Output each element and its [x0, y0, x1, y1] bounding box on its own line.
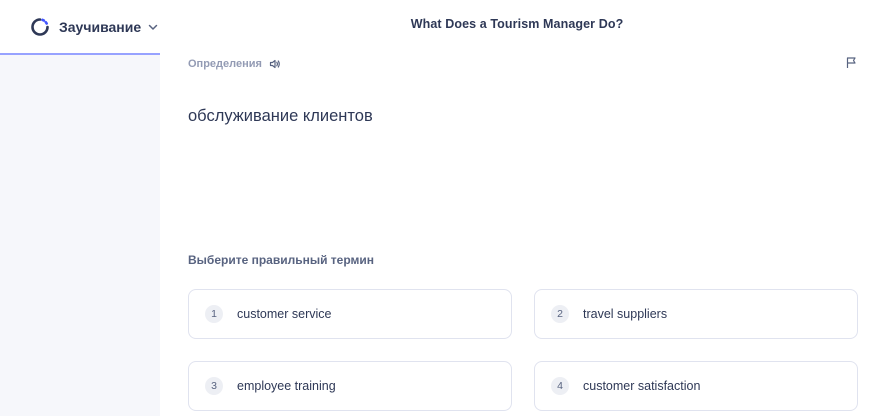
option-text: customer service	[237, 307, 332, 321]
option-number-badge: 3	[205, 377, 223, 395]
option-text: employee training	[237, 379, 336, 393]
question-header: Определения	[188, 58, 281, 70]
answer-option-3[interactable]: 3 employee training	[188, 361, 512, 411]
study-mode-dropdown[interactable]: Заучивание	[30, 13, 159, 41]
answer-option-2[interactable]: 2 travel suppliers	[534, 289, 858, 339]
flag-icon[interactable]	[845, 56, 858, 69]
chevron-down-icon	[147, 21, 159, 33]
learn-loop-icon	[30, 17, 50, 37]
option-number-badge: 1	[205, 305, 223, 323]
sidebar	[0, 55, 160, 416]
set-title: What Does a Tourism Manager Do?	[410, 17, 624, 31]
definition-prompt: обслуживание клиентов	[188, 107, 373, 125]
top-bar: Заучивание What Does a Tourism Manager D…	[0, 0, 874, 61]
option-number-badge: 4	[551, 377, 569, 395]
answer-option-1[interactable]: 1 customer service	[188, 289, 512, 339]
answer-option-4[interactable]: 4 customer satisfaction	[534, 361, 858, 411]
question-card: Определения обслуживание клиентов Выбери…	[160, 55, 874, 416]
speaker-icon[interactable]	[269, 58, 281, 70]
study-mode-label: Заучивание	[59, 19, 142, 35]
option-text: travel suppliers	[583, 307, 668, 321]
option-text: customer satisfaction	[583, 379, 701, 393]
option-number-badge: 2	[551, 305, 569, 323]
question-type-label: Определения	[188, 58, 262, 70]
answer-instruction: Выберите правильный термин	[188, 253, 375, 267]
